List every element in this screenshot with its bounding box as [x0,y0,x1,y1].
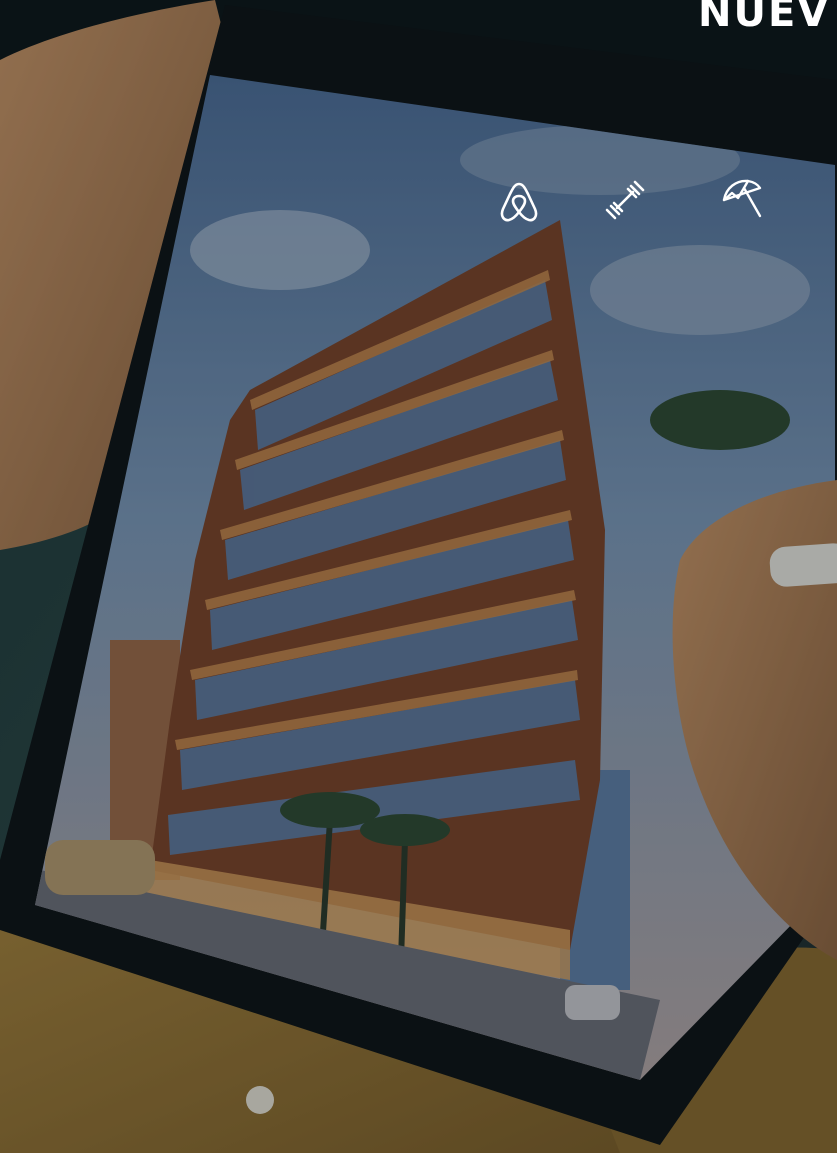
hero-banner: NUEV [0,0,837,1153]
airbnb-icon [497,180,541,224]
dumbbell-icon [603,178,647,222]
headline-text: NUEV [698,0,831,36]
beach-umbrella-icon [720,176,764,220]
tablet-photo-background [0,0,837,1153]
